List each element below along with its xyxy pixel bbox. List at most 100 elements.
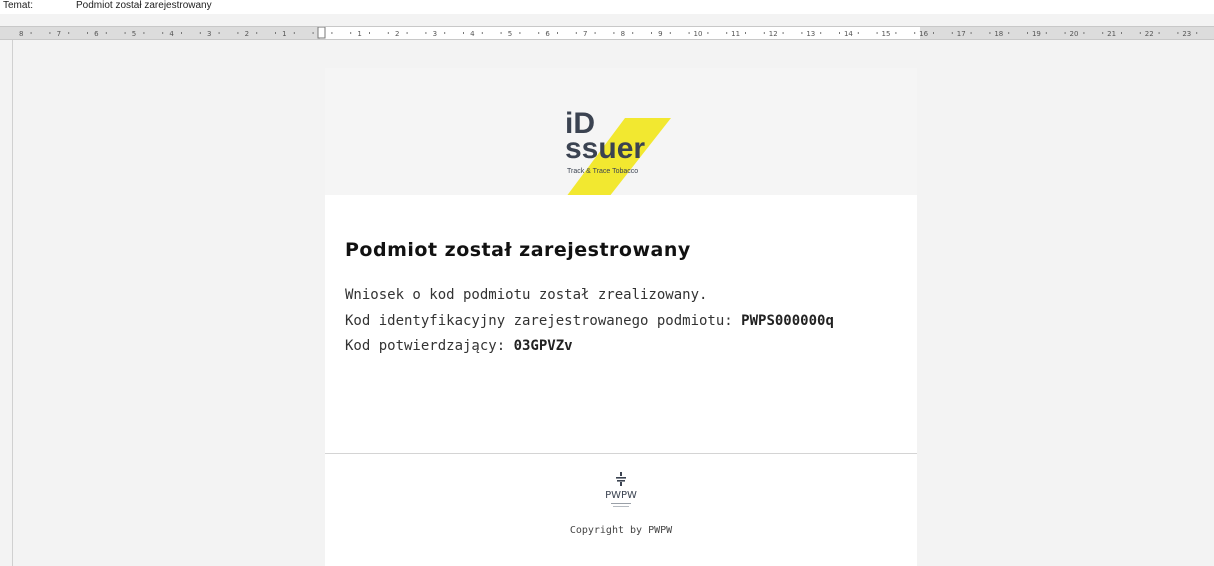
ruler-tick — [519, 32, 521, 34]
ruler-tick — [387, 32, 389, 34]
pwpw-logo-text: PWPW — [605, 490, 637, 501]
ruler-number: 21 — [1107, 30, 1116, 38]
ruler-tick — [951, 32, 953, 34]
message-line-2: Kod identyfikacyjny zarejestrowanego pod… — [345, 313, 834, 329]
ruler-tick — [594, 32, 596, 34]
horizontal-ruler[interactable]: 8 7 6 5 4 3 2 1 1 2 3 4 5 6 7 8 9 10 11 12 13 14 15 16 17 18 19 20 2… — [0, 26, 1214, 40]
ruler-number: 8 — [19, 30, 23, 38]
ruler-tick — [801, 32, 803, 34]
ruler-tick — [1158, 32, 1160, 34]
ruler-tick — [1196, 32, 1198, 34]
ruler-number: 5 — [508, 30, 512, 38]
ruler-tick — [726, 32, 728, 34]
ruler-tick — [933, 32, 934, 34]
ruler-number: 3 — [433, 30, 437, 38]
ruler-number: 1 — [357, 30, 361, 38]
ruler-tick — [1121, 32, 1122, 34]
ruler-tick — [199, 32, 201, 34]
ruler-tick — [857, 32, 859, 34]
idissuer-logo: iD ssuer Track & Trace Tobacco — [565, 107, 671, 195]
ruler-number: 7 — [57, 30, 61, 38]
ruler-tick — [256, 32, 258, 34]
ruler-tick — [143, 32, 145, 34]
ruler-tick — [914, 32, 916, 34]
ruler-tick — [369, 32, 370, 34]
entity-code-value: PWPS000000q — [741, 313, 834, 329]
ruler-number: 2 — [395, 30, 399, 38]
ruler-number: 22 — [1145, 30, 1154, 38]
ruler-number: 2 — [245, 30, 249, 38]
ruler-tick — [575, 32, 577, 34]
ruler-tick — [763, 32, 765, 34]
ruler-tick — [500, 32, 502, 34]
ruler-number: 1 — [282, 30, 286, 38]
ruler-tick — [49, 32, 51, 34]
ruler-number: 19 — [1032, 30, 1041, 38]
entity-code-label: Kod identyfikacyjny zarejestrowanego pod… — [345, 313, 742, 329]
subject-label: Temat: — [3, 0, 34, 11]
email-header-band: iD ssuer Track & Trace Tobacco — [325, 68, 917, 195]
ruler-tick — [538, 32, 540, 34]
subject-bar: Temat: Podmiot został zarejestrowany — [0, 0, 1214, 14]
ruler-number: 14 — [844, 30, 853, 38]
ruler-tick — [1045, 32, 1047, 34]
ruler-tick — [68, 32, 70, 34]
ruler-tick — [557, 32, 558, 34]
ruler-number: 3 — [207, 30, 211, 38]
pwpw-logo: PWPW — [605, 472, 637, 507]
ruler-tick — [1139, 32, 1141, 34]
email-window: { "header": { "subject_label": "Temat:",… — [0, 0, 1214, 566]
ruler-tick — [87, 32, 88, 34]
ruler-number: 8 — [621, 30, 625, 38]
logo-subline — [613, 506, 629, 507]
message-title: Podmiot został zarejestrowany — [345, 239, 691, 261]
ruler-tick — [162, 32, 164, 34]
ruler-number: 9 — [658, 30, 662, 38]
ruler-tick — [105, 32, 107, 34]
logo-brand-line2: ssuer — [565, 132, 645, 165]
ruler-tick — [651, 32, 652, 34]
ruler-tick — [350, 32, 352, 34]
ruler-number: 5 — [132, 30, 136, 38]
ruler-tick — [782, 32, 784, 34]
ruler-number: 17 — [957, 30, 966, 38]
ruler-tick — [124, 32, 126, 34]
ruler-tick — [1083, 32, 1085, 34]
ruler-tick — [406, 32, 408, 34]
email-body: iD ssuer Track & Trace Tobacco Podmiot z… — [325, 68, 917, 566]
ruler-tick — [425, 32, 427, 34]
message-line-1-text: Wniosek o kod podmiotu został zrealizowa… — [345, 287, 708, 303]
ruler-tick — [463, 32, 464, 34]
ruler-tick — [895, 32, 897, 34]
ruler-tick — [820, 32, 822, 34]
ruler-number: 6 — [545, 30, 550, 38]
ruler-tick — [707, 32, 709, 34]
indent-marker[interactable] — [317, 27, 326, 39]
ruler-tick — [613, 32, 615, 34]
ruler-tick — [237, 32, 239, 34]
ruler-tick — [312, 32, 314, 34]
ruler-number: 7 — [583, 30, 587, 38]
ruler-tick — [444, 32, 446, 34]
ruler-tick — [1102, 32, 1104, 34]
ruler-tick — [745, 32, 746, 34]
ruler-tick — [1177, 32, 1179, 34]
logo-tagline: Track & Trace Tobacco — [567, 168, 638, 175]
ruler-tick — [181, 32, 182, 34]
ruler-tick — [876, 32, 878, 34]
ruler-tick — [970, 32, 972, 34]
ruler-number: 15 — [882, 30, 891, 38]
ruler-tick — [688, 32, 690, 34]
ruler-tick — [839, 32, 840, 34]
ruler-tick — [1008, 32, 1010, 34]
ruler-number: 12 — [769, 30, 778, 38]
ruler-number: 16 — [919, 30, 928, 38]
ruler-tick — [481, 32, 483, 34]
message-line-1: Wniosek o kod podmiotu został zrealizowa… — [345, 287, 707, 303]
ruler-number: 23 — [1182, 30, 1191, 38]
ruler-number: 13 — [806, 30, 815, 38]
left-margin-line — [12, 40, 13, 566]
ruler-tick — [275, 32, 276, 34]
message-line-3: Kod potwierdzający: 03GPVZv — [345, 338, 573, 354]
logo-subline — [611, 503, 631, 504]
